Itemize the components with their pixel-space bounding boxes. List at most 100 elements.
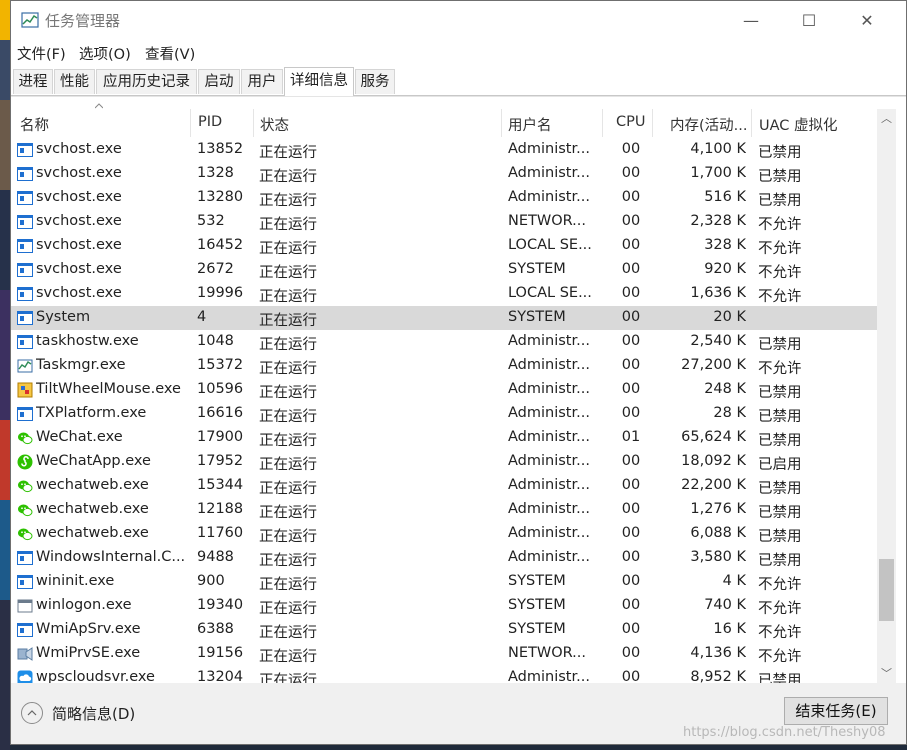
process-name: WmiPrvSE.exe bbox=[36, 645, 141, 661]
service-icon bbox=[17, 166, 33, 182]
maximize-button[interactable]: ☐ bbox=[778, 1, 840, 39]
close-button[interactable]: ✕ bbox=[836, 1, 898, 39]
process-uac: 不允许 bbox=[758, 577, 802, 593]
tab-startup[interactable]: 启动 bbox=[198, 69, 240, 94]
process-status: 正在运行 bbox=[259, 145, 317, 161]
table-row[interactable]: WeChatApp.exe 17952 正在运行 Administr... 00 18,0… bbox=[11, 450, 877, 474]
process-memory: 1,636 K bbox=[690, 285, 746, 301]
table-row[interactable]: Taskmgr.exe 15372 正在运行 Administr... 00 27,200… bbox=[11, 354, 877, 378]
minimize-button[interactable]: — bbox=[720, 1, 782, 39]
process-cpu: 00 bbox=[621, 165, 641, 181]
tab-users[interactable]: 用户 bbox=[241, 69, 283, 94]
service-icon bbox=[17, 550, 33, 566]
process-status: 正在运行 bbox=[259, 241, 317, 257]
table-row[interactable]: wpscloudsvr.exe 13204 正在运行 Administr... 00 8,… bbox=[11, 666, 877, 683]
process-pid: 13280 bbox=[197, 189, 244, 205]
process-memory: 27,200 K bbox=[681, 357, 746, 373]
desktop-background bbox=[0, 0, 10, 750]
table-row[interactable]: WmiPrvSE.exe 19156 正在运行 NETWOR... 00 4,136 K 不… bbox=[11, 642, 877, 666]
table-row[interactable]: svchost.exe 16452 正在运行 LOCAL SE... 00 328 K 不允… bbox=[11, 234, 877, 258]
vertical-scrollbar[interactable]: ︿ ﹀ bbox=[877, 109, 896, 683]
table-row[interactable]: TiltWheelMouse.exe 10596 正在运行 Administr... 0… bbox=[11, 378, 877, 402]
table-row[interactable]: wechatweb.exe 15344 正在运行 Administr... 00 22,2… bbox=[11, 474, 877, 498]
column-name[interactable]: 名称 bbox=[20, 114, 49, 135]
table-row[interactable]: svchost.exe 532 正在运行 NETWOR... 00 2,328 K 不允许 bbox=[11, 210, 877, 234]
menu-view[interactable]: 查看(V) bbox=[145, 43, 195, 64]
end-task-button[interactable]: 结束任务(E) bbox=[784, 697, 888, 725]
table-row[interactable]: System 4 正在运行 SYSTEM 00 20 K bbox=[11, 306, 877, 330]
process-cpu: 00 bbox=[621, 645, 641, 661]
column-divider[interactable] bbox=[602, 109, 603, 137]
scroll-down-icon[interactable]: ﹀ bbox=[877, 664, 896, 683]
process-name: svchost.exe bbox=[36, 237, 122, 253]
menu-file[interactable]: 文件(F) bbox=[17, 43, 66, 64]
table-row[interactable]: svchost.exe 1328 正在运行 Administr... 00 1,700 K… bbox=[11, 162, 877, 186]
table-row[interactable]: WindowsInternal.C... 9488 正在运行 Administr...… bbox=[11, 546, 877, 570]
column-cpu[interactable]: CPU bbox=[616, 114, 645, 130]
process-user: Administr... bbox=[508, 141, 590, 157]
table-row[interactable]: taskhostw.exe 1048 正在运行 Administr... 00 2,540… bbox=[11, 330, 877, 354]
tab-performance[interactable]: 性能 bbox=[54, 69, 95, 94]
scroll-up-icon[interactable]: ︿ bbox=[877, 109, 896, 128]
column-divider[interactable] bbox=[501, 109, 502, 137]
process-pid: 6388 bbox=[197, 621, 234, 637]
fewer-details-button[interactable]: 简略信息(D) bbox=[21, 701, 135, 725]
column-memory[interactable]: 内存(活动... bbox=[670, 114, 747, 135]
process-status: 正在运行 bbox=[259, 409, 317, 425]
tab-app-history[interactable]: 应用历史记录 bbox=[96, 69, 197, 94]
process-cpu: 00 bbox=[621, 549, 641, 565]
process-pid: 2672 bbox=[197, 261, 234, 277]
table-row[interactable]: wininit.exe 900 正在运行 SYSTEM 00 4 K 不允许 bbox=[11, 570, 877, 594]
service-icon bbox=[17, 574, 33, 590]
process-user: Administr... bbox=[508, 429, 590, 445]
column-divider[interactable] bbox=[253, 109, 254, 137]
process-pid: 4 bbox=[197, 309, 207, 325]
column-username[interactable]: 用户名 bbox=[508, 114, 552, 135]
tab-services[interactable]: 服务 bbox=[355, 69, 395, 94]
tab-details[interactable]: 详细信息 bbox=[284, 67, 354, 96]
process-uac: 已禁用 bbox=[758, 409, 802, 425]
process-memory: 4,100 K bbox=[690, 141, 746, 157]
sort-ascending-icon bbox=[95, 103, 103, 109]
column-divider[interactable] bbox=[190, 109, 191, 137]
table-row[interactable]: WmiApSrv.exe 6388 正在运行 SYSTEM 00 16 K 不允许 bbox=[11, 618, 877, 642]
table-row[interactable]: WeChat.exe 17900 正在运行 Administr... 01 65,624 … bbox=[11, 426, 877, 450]
process-status: 正在运行 bbox=[259, 529, 317, 545]
process-memory: 2,328 K bbox=[690, 213, 746, 229]
scrollbar-thumb[interactable] bbox=[879, 559, 894, 621]
menu-options[interactable]: 选项(O) bbox=[79, 43, 131, 64]
process-uac: 已禁用 bbox=[758, 553, 802, 569]
process-name: wechatweb.exe bbox=[36, 501, 149, 517]
table-row[interactable]: svchost.exe 2672 正在运行 SYSTEM 00 920 K 不允许 bbox=[11, 258, 877, 282]
table-row[interactable]: wechatweb.exe 12188 正在运行 Administr... 00 1,27… bbox=[11, 498, 877, 522]
wechat-icon bbox=[17, 478, 33, 494]
process-name: WeChatApp.exe bbox=[36, 453, 151, 469]
process-user: Administr... bbox=[508, 165, 590, 181]
table-row[interactable]: svchost.exe 13852 正在运行 Administr... 00 4,100 … bbox=[11, 138, 877, 162]
process-memory: 1,276 K bbox=[690, 501, 746, 517]
column-status[interactable]: 状态 bbox=[260, 114, 289, 135]
table-row[interactable]: winlogon.exe 19340 正在运行 SYSTEM 00 740 K 不允许 bbox=[11, 594, 877, 618]
table-row[interactable]: wechatweb.exe 11760 正在运行 Administr... 00 6,08… bbox=[11, 522, 877, 546]
process-pid: 1328 bbox=[197, 165, 234, 181]
column-divider[interactable] bbox=[652, 109, 653, 137]
table-row[interactable]: svchost.exe 19996 正在运行 LOCAL SE... 00 1,636 K… bbox=[11, 282, 877, 306]
process-name: svchost.exe bbox=[36, 285, 122, 301]
column-pid[interactable]: PID bbox=[198, 114, 222, 130]
table-row[interactable]: TXPlatform.exe 16616 正在运行 Administr... 00 28 … bbox=[11, 402, 877, 426]
column-divider[interactable] bbox=[751, 109, 752, 137]
title-bar: 任务管理器 — ☐ ✕ bbox=[11, 1, 906, 39]
process-memory: 20 K bbox=[713, 309, 746, 325]
tab-processes[interactable]: 进程 bbox=[13, 69, 53, 94]
service-icon bbox=[17, 286, 33, 302]
table-row[interactable]: svchost.exe 13280 正在运行 Administr... 00 516 K 已… bbox=[11, 186, 877, 210]
process-memory: 22,200 K bbox=[681, 477, 746, 493]
process-uac: 已禁用 bbox=[758, 169, 802, 185]
process-memory: 28 K bbox=[713, 405, 746, 421]
process-status: 正在运行 bbox=[259, 457, 317, 473]
process-user: SYSTEM bbox=[508, 621, 566, 637]
process-status: 正在运行 bbox=[259, 217, 317, 233]
process-cpu: 00 bbox=[621, 573, 641, 589]
column-uac[interactable]: UAC 虚拟化 bbox=[759, 114, 838, 135]
process-memory: 4 K bbox=[722, 573, 746, 589]
